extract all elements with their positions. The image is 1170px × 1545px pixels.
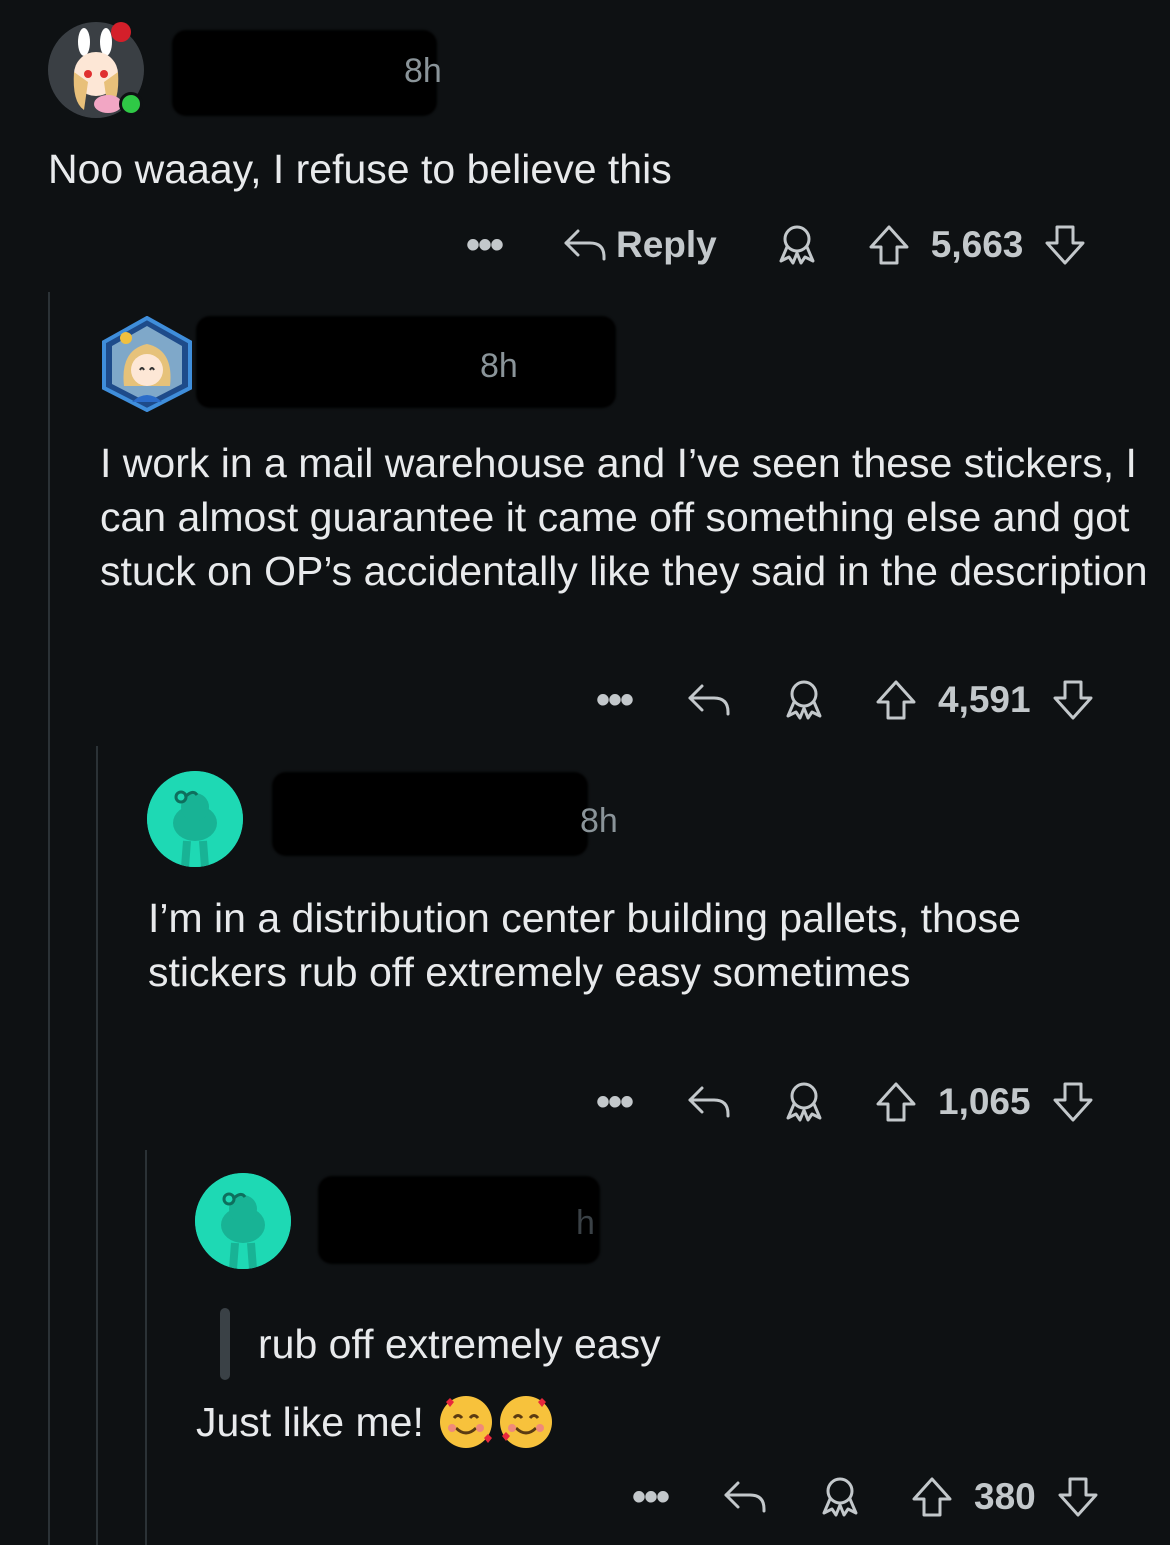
- redacted-username: [272, 772, 588, 856]
- award-button[interactable]: [818, 1475, 862, 1519]
- user-avatar[interactable]: [100, 315, 194, 413]
- award-icon: [786, 680, 822, 720]
- vote-count: 380: [974, 1476, 1036, 1517]
- upvote-button[interactable]: [874, 678, 918, 722]
- upvote-arrow-icon: [876, 680, 916, 720]
- redacted-username: [172, 30, 437, 116]
- comment-actions: ••• Reply 5,663: [466, 215, 1087, 275]
- snoo-avatar-icon: [147, 771, 243, 867]
- vote-count: 5,663: [930, 224, 1024, 265]
- snoo-avatar-icon: [195, 1173, 291, 1269]
- smiling-face-with-hearts-icon: [439, 1396, 492, 1448]
- award-button[interactable]: [782, 678, 826, 722]
- award-icon: [822, 1477, 858, 1517]
- upvote-arrow-icon: [912, 1477, 952, 1517]
- reply-icon: [564, 229, 606, 261]
- thread-line-2[interactable]: [96, 746, 98, 1545]
- comment-text: Just like me!: [196, 1399, 424, 1445]
- user-avatar[interactable]: [195, 1173, 291, 1269]
- avatar-hexagon-icon: [102, 315, 192, 413]
- more-options-button[interactable]: •••: [596, 1082, 638, 1122]
- thread-line-1[interactable]: [48, 292, 50, 1545]
- award-icon: [779, 225, 815, 265]
- downvote-arrow-icon: [1045, 225, 1085, 265]
- reply-icon: [688, 1086, 730, 1118]
- downvote-arrow-icon: [1053, 1082, 1093, 1122]
- downvote-button[interactable]: [1051, 1080, 1095, 1124]
- timestamp: h: [576, 1204, 595, 1242]
- reply-button[interactable]: [686, 1082, 732, 1122]
- vote-count: 1,065: [938, 1081, 1031, 1122]
- timestamp: 8h: [404, 52, 442, 90]
- downvote-arrow-icon: [1058, 1477, 1098, 1517]
- award-button[interactable]: [782, 1080, 826, 1124]
- upvote-button[interactable]: [874, 1080, 918, 1124]
- redacted-username: [318, 1176, 600, 1264]
- redacted-username: [196, 316, 616, 408]
- vote-count: 4,591: [938, 679, 1031, 720]
- timestamp: 8h: [480, 347, 518, 385]
- online-indicator: [119, 92, 143, 116]
- user-avatar[interactable]: [147, 771, 243, 867]
- reply-icon: [724, 1481, 766, 1513]
- more-options-button[interactable]: •••: [632, 1477, 674, 1517]
- reply-label: Reply: [616, 224, 717, 265]
- downvote-arrow-icon: [1053, 680, 1093, 720]
- flair-badge: [111, 22, 131, 42]
- award-icon: [786, 1082, 822, 1122]
- more-options-button[interactable]: •••: [596, 680, 638, 720]
- downvote-button[interactable]: [1051, 678, 1095, 722]
- timestamp: 8h: [580, 802, 618, 840]
- upvote-button[interactable]: [867, 223, 911, 267]
- upvote-arrow-icon: [876, 1082, 916, 1122]
- comment-text: I’m in a distribution center building pa…: [148, 895, 1021, 995]
- reply-button[interactable]: Reply: [562, 224, 717, 266]
- comment-actions: ••• 380: [632, 1467, 1100, 1527]
- comment-actions: ••• 4,591: [596, 670, 1095, 730]
- comment-actions: ••• 1,065: [596, 1072, 1095, 1132]
- downvote-button[interactable]: [1056, 1475, 1100, 1519]
- award-button[interactable]: [775, 223, 819, 267]
- more-options-button[interactable]: •••: [466, 225, 508, 265]
- smiling-face-with-hearts-icon: [499, 1396, 552, 1448]
- quote-bar: [220, 1308, 230, 1380]
- reply-icon: [688, 684, 730, 716]
- thread-line-3[interactable]: [145, 1150, 147, 1545]
- upvote-button[interactable]: [910, 1475, 954, 1519]
- reply-button[interactable]: [686, 680, 732, 720]
- comment-text: I work in a mail warehouse and I’ve seen…: [100, 440, 1148, 594]
- downvote-button[interactable]: [1043, 223, 1087, 267]
- quoted-text: rub off extremely easy: [258, 1321, 661, 1367]
- comment-text: Noo waaay, I refuse to believe this: [48, 146, 672, 192]
- reply-button[interactable]: [722, 1477, 768, 1517]
- upvote-arrow-icon: [869, 225, 909, 265]
- comment-body: Just like me!: [196, 1394, 552, 1450]
